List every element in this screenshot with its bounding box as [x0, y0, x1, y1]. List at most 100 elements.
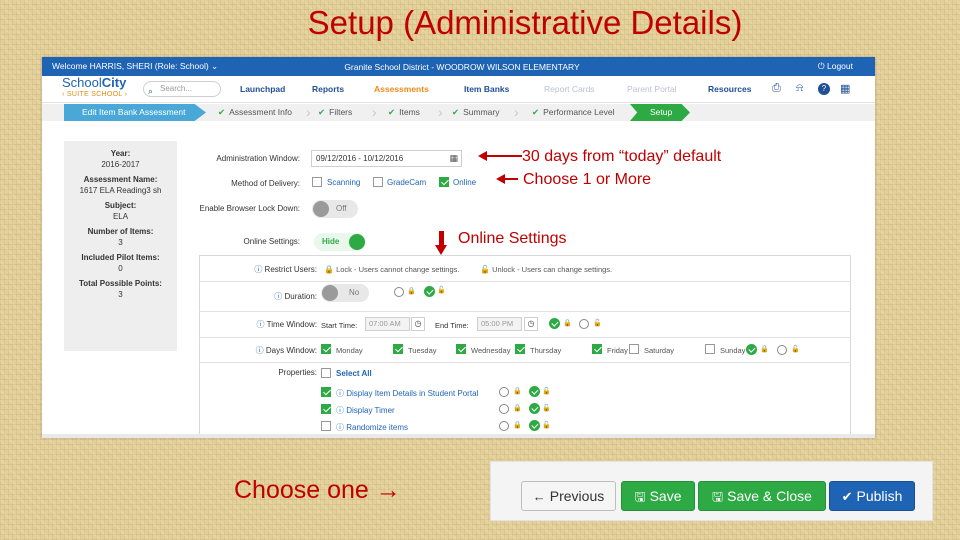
nav-reports[interactable]: Reports [312, 84, 344, 94]
toggle-knob [313, 201, 329, 217]
day-checkbox-sunday[interactable] [705, 344, 715, 354]
step-divider: › [438, 104, 443, 120]
step-summary[interactable]: ✔ Summary [452, 104, 500, 121]
help-icon[interactable]: ? [818, 83, 830, 95]
scrollbar-track[interactable] [42, 434, 875, 438]
save-close-button[interactable]: 🖫 Save & Close [698, 481, 826, 511]
scanning-option-label[interactable]: Scanning [327, 178, 360, 187]
property-unlock-radio[interactable] [529, 403, 540, 414]
welcome-menu[interactable]: Welcome HARRIS, SHERI (Role: School) ⌄ [52, 61, 342, 72]
assessment-summary-panel: Year: 2016-2017 Assessment Name: 1617 EL… [64, 141, 177, 351]
days-window-label: ⓘ Days Window: [197, 345, 317, 356]
admin-window-input[interactable]: 09/12/2016 - 10/12/2016 ▦ [311, 150, 462, 167]
nav-assessments[interactable]: Assessments [374, 84, 429, 94]
logo-subtitle: ‹ SUITE SCHOOL › [62, 91, 128, 98]
duration-unlock-radio[interactable] [424, 286, 435, 297]
nav-launchpad[interactable]: Launchpad [240, 84, 285, 94]
action-button-bar: ← Previous 🖫 Save 🖫 Save & Close ✔ Publish [490, 461, 933, 521]
property-lock-radio[interactable] [499, 404, 509, 414]
time-window-lock-radio[interactable] [549, 318, 560, 329]
unlock-icon: 🔓 [542, 422, 551, 429]
step-items[interactable]: ✔ Items [388, 104, 420, 121]
online-settings-label: Online Settings: [243, 237, 300, 246]
days-window-unlock-radio[interactable] [777, 345, 787, 355]
day-checkbox-tuesday[interactable] [393, 344, 403, 354]
online-checkbox[interactable] [439, 177, 449, 187]
day-checkbox-monday[interactable] [321, 344, 331, 354]
info-icon[interactable]: ⓘ [336, 406, 346, 415]
property-label[interactable]: ⓘ Display Timer [336, 405, 395, 416]
clock-icon[interactable]: ◷ [524, 317, 538, 331]
property-lock-radio[interactable] [499, 387, 509, 397]
online-settings-toggle[interactable]: Hide [314, 233, 366, 251]
day-checkbox-thursday[interactable] [515, 344, 525, 354]
properties-label: Properties: [278, 368, 317, 377]
day-label-monday: Monday [336, 346, 363, 355]
property-text: Randomize items [346, 423, 409, 432]
print-icon[interactable]: ⎙ [772, 82, 781, 95]
start-time-input[interactable]: 07:00 AM [365, 317, 410, 331]
days-window-lock-radio[interactable] [746, 344, 757, 355]
day-label-tuesday: Tuesday [408, 346, 437, 355]
info-icon[interactable]: ⓘ [336, 389, 346, 398]
publish-button[interactable]: ✔ Publish [829, 481, 915, 511]
logout-link[interactable]: ⏻ Logout [818, 61, 853, 72]
row-divider [199, 311, 851, 312]
property-checkbox[interactable] [321, 404, 331, 414]
property-unlock-radio[interactable] [529, 420, 540, 431]
duration-toggle[interactable]: No [321, 284, 369, 302]
time-window-unlock-radio[interactable] [579, 319, 589, 329]
lock-icon: 🔒 [513, 422, 522, 429]
lock-icon: 🔒 [324, 265, 334, 274]
property-label[interactable]: Select All [336, 369, 372, 378]
end-time-input[interactable]: 05:00 PM [477, 317, 522, 331]
info-icon[interactable]: ⓘ [254, 265, 262, 274]
day-checkbox-friday[interactable] [592, 344, 602, 354]
lock-icon: 🔒 [407, 288, 416, 295]
property-checkbox[interactable] [321, 368, 331, 378]
info-icon[interactable]: ⓘ [336, 423, 346, 432]
schoolcity-logo[interactable]: SchoolCity ‹ SUITE SCHOOL › [62, 76, 128, 100]
unlock-icon: 🔓 [593, 320, 602, 327]
online-option-label[interactable]: Online [453, 178, 476, 187]
info-icon[interactable]: ⓘ [274, 292, 282, 301]
property-label[interactable]: ⓘ Randomize items [336, 422, 408, 433]
gradecam-checkbox[interactable] [373, 177, 383, 187]
browser-lock-toggle[interactable]: Off [312, 200, 358, 218]
lock-legend: 🔒 Lock - Users cannot change settings. [324, 265, 459, 274]
save-close-label: Save & Close [727, 488, 812, 504]
day-checkbox-wednesday[interactable] [456, 344, 466, 354]
scanning-checkbox[interactable] [312, 177, 322, 187]
clock-icon[interactable]: ◷ [411, 317, 425, 331]
info-icon[interactable]: ⓘ [257, 320, 265, 329]
unlock-icon: 🔓 [437, 287, 446, 294]
save-button[interactable]: 🖫 Save [621, 481, 695, 511]
step-divider: › [514, 104, 519, 120]
calendar-icon[interactable]: ▦ [449, 151, 458, 166]
property-checkbox[interactable] [321, 421, 331, 431]
day-checkbox-saturday[interactable] [629, 344, 639, 354]
admin-window-value: 09/12/2016 - 10/12/2016 [316, 154, 404, 163]
property-checkbox[interactable] [321, 387, 331, 397]
step-edit-item-bank[interactable]: Edit Item Bank Assessment [64, 104, 206, 121]
step-setup[interactable]: Setup [630, 104, 690, 121]
step-performance-level[interactable]: ✔ Performance Level [532, 104, 614, 121]
property-unlock-radio[interactable] [529, 386, 540, 397]
nav-resources[interactable]: Resources [708, 84, 751, 94]
property-label[interactable]: ⓘ Display Item Details in Student Portal [336, 388, 478, 399]
search-input[interactable]: ⌕ Search... [143, 81, 221, 97]
duration-lock-radio[interactable] [394, 287, 404, 297]
gradecam-option-label[interactable]: GradeCam [387, 178, 426, 187]
step-assessment-info[interactable]: ✔ Assessment Info [218, 104, 292, 121]
info-icon[interactable]: ⓘ [256, 346, 264, 355]
row-divider [199, 337, 851, 338]
delivery-label: Method of Delivery: [231, 179, 300, 188]
bell-icon[interactable]: ⍾ [796, 82, 803, 95]
nav-item-banks[interactable]: Item Banks [464, 84, 509, 94]
step-filters[interactable]: ✔ Filters [318, 104, 352, 121]
apps-grid-icon[interactable]: ▦ [840, 82, 850, 95]
previous-button[interactable]: ← Previous [521, 481, 616, 511]
day-label-thursday: Thursday [530, 346, 562, 355]
property-lock-radio[interactable] [499, 421, 509, 431]
online-settings-state: Hide [322, 237, 340, 246]
